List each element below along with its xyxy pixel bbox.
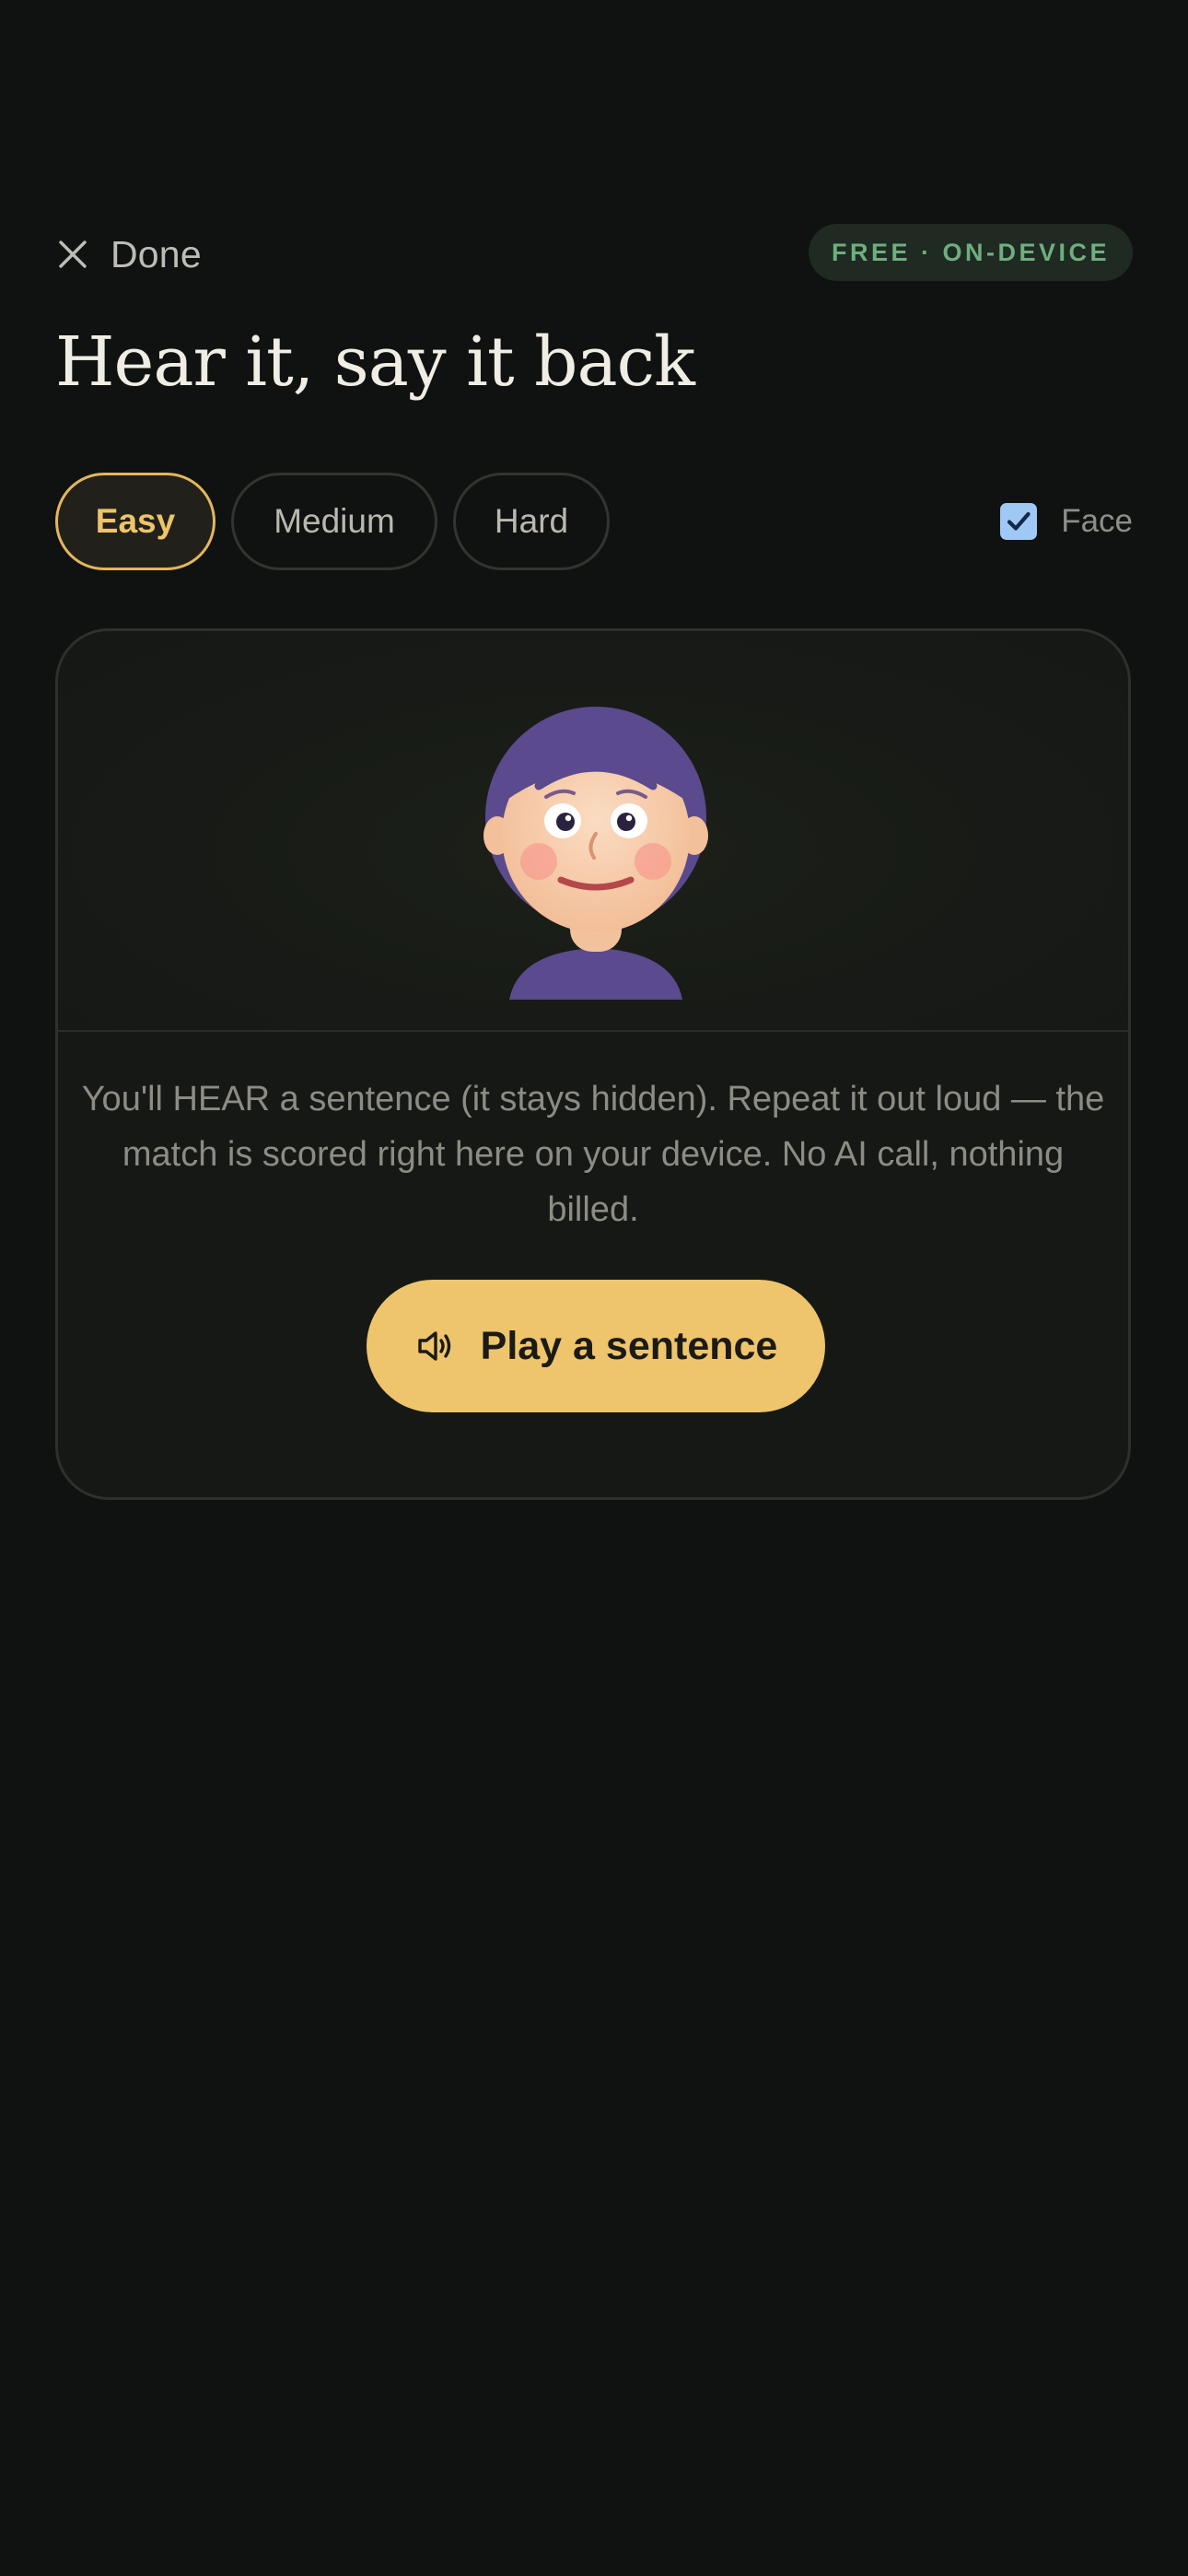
page-title: Hear it, say it back: [55, 322, 695, 402]
speaker-icon: [417, 1331, 450, 1361]
difficulty-selector: Easy Medium Hard: [55, 473, 610, 570]
tutor-avatar: [483, 707, 708, 1000]
checkmark-icon: [1007, 511, 1031, 531]
avatar-stage: [58, 631, 1128, 1032]
done-button[interactable]: Done: [55, 228, 202, 280]
face-toggle[interactable]: Face: [1000, 503, 1133, 540]
difficulty-easy[interactable]: Easy: [55, 473, 215, 570]
play-sentence-button[interactable]: Play a sentence: [367, 1280, 825, 1412]
instructions-text: You'll HEAR a sentence (it stays hidden)…: [81, 1080, 1105, 1229]
free-on-device-badge: FREE · ON-DEVICE: [808, 224, 1133, 281]
play-sentence-label: Play a sentence: [480, 1323, 778, 1368]
speaking-practice-screen: Done FREE · ON-DEVICE Hear it, say it ba…: [0, 0, 1188, 2576]
done-label: Done: [111, 232, 202, 275]
face-checkbox[interactable]: [1000, 503, 1038, 540]
difficulty-hard[interactable]: Hard: [453, 473, 610, 570]
face-label: Face: [1061, 503, 1133, 539]
difficulty-medium[interactable]: Medium: [231, 473, 437, 570]
practice-card: You'll HEAR a sentence (it stays hidden)…: [55, 628, 1131, 1500]
close-icon: [59, 240, 87, 268]
